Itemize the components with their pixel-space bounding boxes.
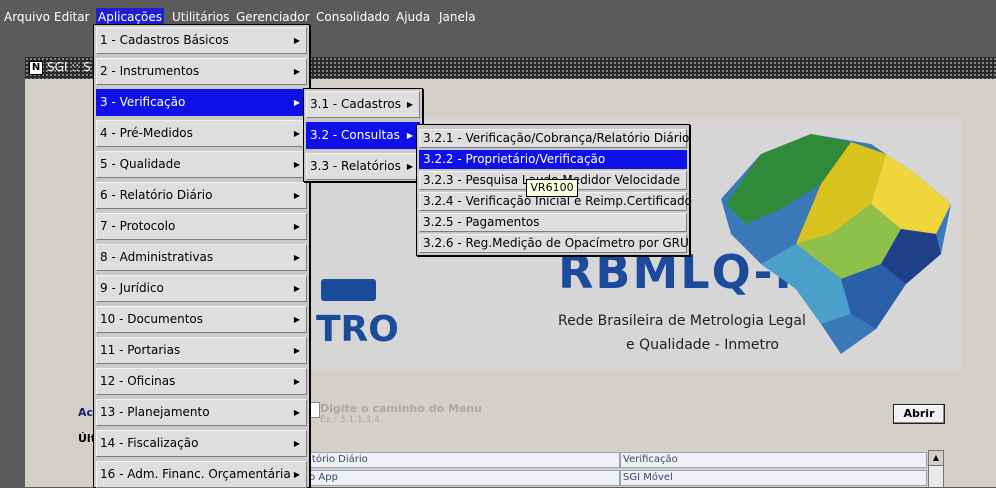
menu-item-label: 5 - Qualidade: [100, 157, 181, 171]
window-app-icon: N: [29, 61, 43, 75]
submenu-arrow-icon: ▶: [293, 346, 300, 355]
menu-item-cadastros[interactable]: 3.1 - Cadastros ▶: [306, 91, 420, 118]
menu-item-label: 7 - Protocolo: [100, 219, 176, 233]
menu-item-administrativas[interactable]: 8 - Administrativas ▶: [96, 244, 307, 271]
window-title: SGI :: S: [47, 60, 91, 74]
open-button[interactable]: Abrir: [893, 404, 945, 424]
inmetro-logo-bar: [321, 279, 376, 301]
submenu-arrow-icon: ▶: [293, 284, 300, 293]
menu-item-pre-medidos[interactable]: 4 - Pré-Medidos ▶: [96, 120, 307, 147]
menu-item-label: 11 - Portarias: [100, 343, 181, 357]
menu-consolidado[interactable]: Consolidado: [314, 8, 392, 26]
menu-item-qualidade[interactable]: 5 - Qualidade ▶: [96, 151, 307, 178]
menu-item-verificacao[interactable]: 3 - Verificação ▶: [96, 89, 307, 116]
menu-item-label: 16 - Adm. Financ. Orçamentária: [100, 467, 291, 481]
menu-item-3-2-2[interactable]: 3.2.2 - Proprietário/Verificação: [419, 150, 687, 169]
menu-aplicacoes-dropdown: 1 - Cadastros Básicos ▶ 2 - Instrumentos ▶…: [93, 24, 310, 488]
menu-item-adm-financ[interactable]: 16 - Adm. Financ. Orçamentária ▶: [96, 461, 307, 488]
submenu-arrow-icon: ▶: [293, 160, 300, 169]
menu-item-relatorios[interactable]: 3.3 - Relatórios ▶: [306, 153, 420, 180]
tooltip: VR6100: [526, 179, 578, 197]
menu-item-juridico[interactable]: 9 - Jurídico ▶: [96, 275, 307, 302]
scroll-up-icon[interactable]: ▲: [928, 450, 944, 466]
scrollbar-track[interactable]: [928, 466, 944, 487]
brazil-map-icon: [721, 134, 951, 354]
submenu-arrow-icon: ▶: [293, 470, 300, 479]
menu-ajuda[interactable]: Ajuda: [394, 8, 432, 26]
menu-item-portarias[interactable]: 11 - Portarias ▶: [96, 337, 307, 364]
submenu-arrow-icon: ▶: [293, 129, 300, 138]
submenu-arrow-icon: ▶: [406, 100, 413, 109]
menu-editar[interactable]: Editar: [52, 8, 92, 26]
menu-item-3-2-1[interactable]: 3.2.1 - Verificação/Cobrança/Relatório D…: [419, 129, 689, 148]
submenu-arrow-icon: ▶: [406, 131, 413, 140]
menu-item-label: 4 - Pré-Medidos: [100, 126, 193, 140]
menu-item-oficinas[interactable]: 12 - Oficinas ▶: [96, 368, 307, 395]
menu-item-label: 6 - Relatório Diário: [100, 188, 213, 202]
menu-item-3-2-5[interactable]: 3.2.5 - Pagamentos: [419, 213, 687, 232]
submenu-arrow-icon: ▶: [293, 408, 300, 417]
submenu-arrow-icon: ▶: [293, 67, 300, 76]
menu-item-label: 13 - Planejamento: [100, 405, 210, 419]
recent-grid-cell[interactable]: SGI Móvel: [620, 470, 927, 486]
submenu-arrow-icon: ▶: [293, 253, 300, 262]
menu-item-3-2-6[interactable]: 3.2.6 - Reg.Medição de Opacímetro por GR…: [419, 234, 689, 253]
submenu-arrow-icon: ▶: [293, 191, 300, 200]
menu-item-consultas[interactable]: 3.2 - Consultas ▶: [306, 122, 420, 149]
recent-grid-cell[interactable]: latório Diário: [300, 452, 620, 468]
menu-item-label: 3.3 - Relatórios: [310, 159, 401, 173]
menu-item-cadastros-basicos[interactable]: 1 - Cadastros Básicos ▶: [96, 27, 307, 54]
menu-item-planejamento[interactable]: 13 - Planejamento ▶: [96, 399, 307, 426]
submenu-arrow-icon: ▶: [293, 222, 300, 231]
menu-item-label: 3.2 - Consultas: [310, 128, 400, 142]
menu-path-label: Digite o caminho do Menu: [320, 402, 483, 415]
menu-item-label: 3.1 - Cadastros: [310, 97, 401, 111]
menu-item-protocolo[interactable]: 7 - Protocolo ▶: [96, 213, 307, 240]
menu-item-label: 1 - Cadastros Básicos: [100, 33, 229, 47]
submenu-arrow-icon: ▶: [293, 98, 300, 107]
menu-path-example: Ex.: 3.1.1.3.4: [320, 415, 380, 425]
menu-item-relatorio-diario[interactable]: 6 - Relatório Diário ▶: [96, 182, 307, 209]
recent-grid-cell[interactable]: ão App: [300, 470, 620, 486]
menu-item-documentos[interactable]: 10 - Documentos ▶: [96, 306, 307, 333]
submenu-arrow-icon: ▶: [293, 377, 300, 386]
menu-item-label: 14 - Fiscalização: [100, 436, 199, 450]
inmetro-logo-text: TRO: [316, 309, 399, 350]
menu-item-label: 3 - Verificação: [100, 95, 186, 109]
submenu-arrow-icon: ▶: [293, 439, 300, 448]
menu-verificacao-submenu: 3.1 - Cadastros ▶ 3.2 - Consultas ▶ 3.3 - …: [303, 88, 423, 182]
menu-item-label: 12 - Oficinas: [100, 374, 176, 388]
menu-janela[interactable]: Janela: [437, 8, 478, 26]
menu-item-label: 10 - Documentos: [100, 312, 203, 326]
menu-arquivo[interactable]: Arquivo: [2, 8, 52, 26]
menu-item-label: 8 - Administrativas: [100, 250, 214, 264]
access-label: Ac: [78, 406, 94, 419]
submenu-arrow-icon: ▶: [293, 315, 300, 324]
submenu-arrow-icon: ▶: [406, 162, 413, 171]
submenu-arrow-icon: ▶: [293, 36, 300, 45]
menu-item-instrumentos[interactable]: 2 - Instrumentos ▶: [96, 58, 307, 85]
menu-item-label: 9 - Jurídico: [100, 281, 164, 295]
menu-item-fiscalizacao[interactable]: 14 - Fiscalização ▶: [96, 430, 307, 457]
recent-grid-cell[interactable]: Verificação: [620, 452, 927, 468]
menu-item-label: 2 - Instrumentos: [100, 64, 200, 78]
